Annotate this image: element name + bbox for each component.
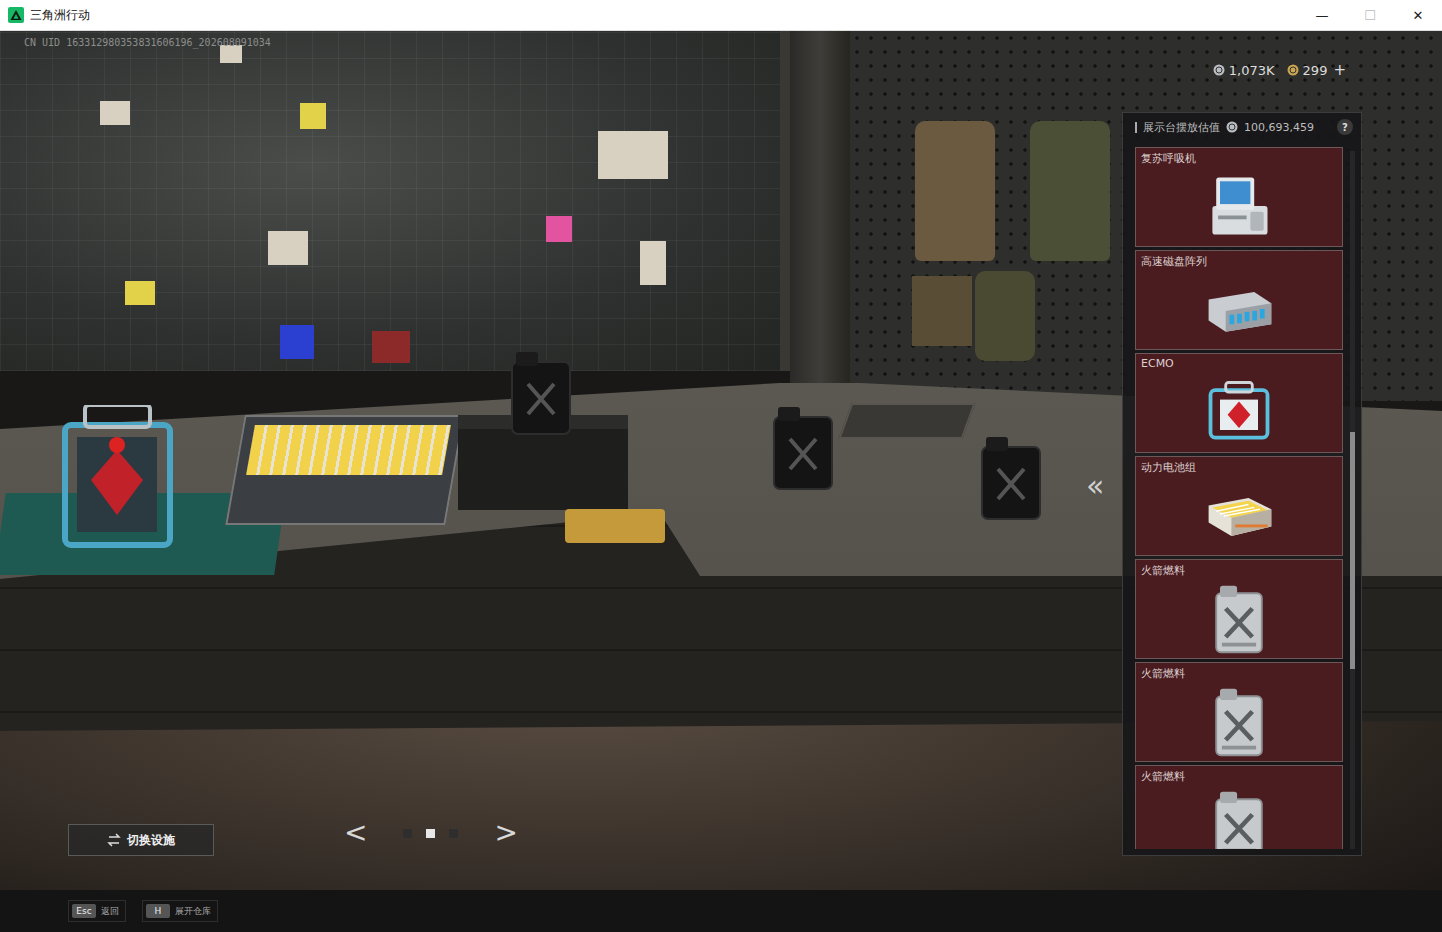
key-cap: Esc	[72, 904, 96, 918]
chest-rig	[912, 276, 972, 346]
pinned-note	[268, 231, 308, 265]
item-label: 复苏呼吸机	[1136, 148, 1342, 166]
pinned-note	[546, 216, 572, 242]
switch-facility-button[interactable]: 切换设施	[68, 824, 214, 856]
fuel-can-icon	[1201, 786, 1277, 849]
window-control-button: ☐	[1346, 0, 1394, 30]
armor-vest	[915, 121, 995, 261]
coin-icon	[1226, 121, 1238, 133]
game-window: 三角洲行动 —☐✕ CN UID 163312980353831606196_202…	[0, 0, 1442, 932]
item-label: 火箭燃料	[1136, 766, 1342, 784]
uid-label: CN UID 163312980353831606196_20260809103…	[24, 37, 271, 48]
disk-array-model	[838, 403, 975, 439]
hotkey-label: 返回	[101, 905, 119, 918]
window-control-button[interactable]: —	[1298, 0, 1346, 30]
help-button[interactable]: ?	[1337, 119, 1353, 135]
fuel-can-icon	[1201, 580, 1277, 656]
item-card[interactable]: 复苏呼吸机	[1135, 147, 1343, 247]
pinned-note	[100, 101, 130, 125]
prev-page-button[interactable]: <	[344, 819, 367, 847]
wall-pillar	[790, 31, 850, 391]
page-dot[interactable]	[403, 829, 412, 838]
jerrycan-model	[978, 435, 1044, 521]
panel-header: 展示台摆放估值 100,693,459?	[1123, 113, 1361, 141]
hotkey[interactable]: Esc 返回	[68, 900, 126, 922]
jerrycan-model	[508, 350, 574, 436]
item-label: 高速磁盘阵列	[1136, 251, 1342, 269]
scrollbar[interactable]	[1350, 151, 1355, 849]
map-board	[0, 31, 790, 371]
currency: 299	[1287, 63, 1328, 78]
hotkey-label: 展开仓库	[175, 905, 211, 918]
swap-icon	[107, 833, 121, 847]
display-panel: 展示台摆放估值 100,693,459? 复苏呼吸机高速磁盘阵列 ECMO 动力电池组火…	[1122, 112, 1362, 856]
item-list: 复苏呼吸机高速磁盘阵列ECMO动力电池组火箭燃料火箭燃料火箭燃料	[1135, 147, 1343, 849]
panel-title: 展示台摆放估值	[1143, 120, 1220, 135]
terminal-icon	[1201, 168, 1277, 244]
scrollbar-thumb[interactable]	[1350, 432, 1355, 669]
armor-vest	[1030, 121, 1110, 261]
currency-amount: 1,073K	[1229, 63, 1275, 78]
item-card[interactable]: 高速磁盘阵列	[1135, 250, 1343, 350]
pinned-note	[125, 281, 155, 305]
next-page-button[interactable]: >	[494, 819, 517, 847]
coin-icon	[1287, 64, 1299, 76]
currency-amount: 299	[1303, 63, 1328, 78]
ecmo-model	[55, 405, 180, 555]
item-card[interactable]: 火箭燃料	[1135, 765, 1343, 849]
game-view: CN UID 163312980353831606196_20260809103…	[0, 31, 1442, 932]
currency-bar: 1,073K 299 +	[1213, 61, 1346, 79]
item-label: 火箭燃料	[1136, 560, 1342, 578]
collapse-panel-button[interactable]: «	[1086, 471, 1104, 501]
add-currency-button[interactable]: +	[1333, 61, 1346, 79]
disk-array-icon	[1201, 271, 1277, 347]
jerrycan-model	[770, 405, 836, 491]
item-card[interactable]: ECMO	[1135, 353, 1343, 453]
pinned-note	[640, 241, 666, 285]
pinned-note	[280, 325, 314, 359]
clamp-tool	[565, 509, 665, 543]
fuel-can-icon	[1201, 683, 1277, 759]
coin-icon	[1213, 64, 1225, 76]
panel-value: 100,693,459	[1244, 121, 1314, 134]
item-label: ECMO	[1136, 354, 1342, 370]
item-label: 动力电池组	[1136, 457, 1342, 475]
key-cap: H	[146, 904, 170, 918]
hotkey[interactable]: H 展开仓库	[142, 900, 218, 922]
battery-model	[225, 415, 464, 525]
window-control-button[interactable]: ✕	[1394, 0, 1442, 30]
pinned-note	[300, 103, 326, 129]
item-card[interactable]: 火箭燃料	[1135, 559, 1343, 659]
hotkey-bar: Esc 返回 H 展开仓库	[0, 890, 1442, 932]
window-title: 三角洲行动	[30, 7, 90, 24]
page-dot[interactable]	[449, 829, 458, 838]
ecmo-icon	[1201, 373, 1277, 449]
title-bar: 三角洲行动 —☐✕	[0, 0, 1442, 31]
delta-logo-icon	[8, 7, 24, 23]
currency: 1,073K	[1213, 63, 1275, 78]
page-dot[interactable]	[426, 829, 435, 838]
pinned-note	[372, 331, 410, 363]
backpack	[975, 271, 1035, 361]
item-card[interactable]: 火箭燃料	[1135, 662, 1343, 762]
item-label: 火箭燃料	[1136, 663, 1342, 681]
battery-icon	[1201, 477, 1277, 553]
pager: <>	[344, 819, 518, 847]
item-card[interactable]: 动力电池组	[1135, 456, 1343, 556]
pinned-note	[598, 131, 668, 179]
